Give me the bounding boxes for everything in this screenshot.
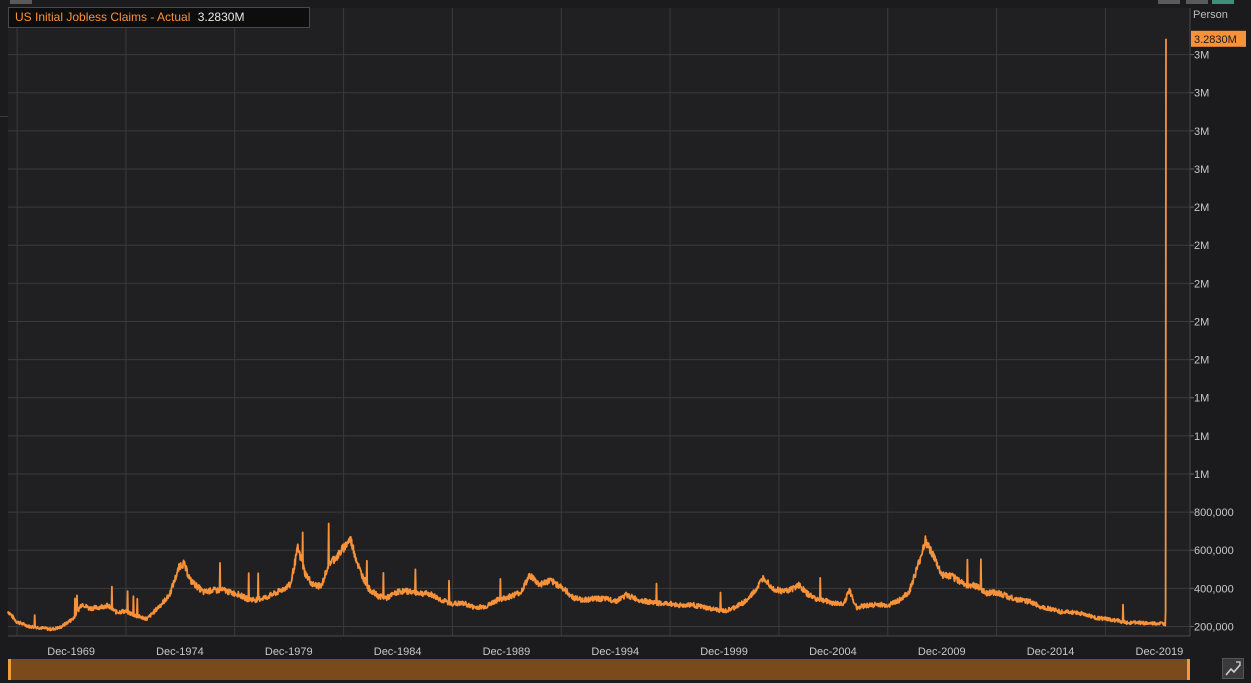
x-tick-label: Dec-1984 — [374, 646, 422, 658]
y-tick-label: 1M — [1194, 393, 1209, 405]
toolbar-button-2[interactable] — [1158, 0, 1180, 4]
legend-series-name: US Initial Jobless Claims - Actual — [15, 10, 191, 24]
y-tick-label: 1M — [1194, 431, 1209, 443]
y-axis: 200,000 400,000 600,000 800,000 1M 1M 1M 2M 2M 2M… — [1189, 8, 1234, 636]
y-tick-label: 3M — [1194, 164, 1209, 176]
y-tick-label: 600,000 — [1194, 545, 1234, 557]
x-tick-label: Dec-1999 — [700, 646, 748, 658]
range-navigator[interactable] — [8, 659, 1190, 680]
chart: 200,000 400,000 600,000 800,000 1M 1M 1M 2M 2M 2M… — [7, 8, 1246, 658]
y-tick-label: 3M — [1194, 50, 1209, 62]
chart-type-button[interactable] — [1222, 658, 1244, 679]
left-separator — [0, 116, 8, 117]
x-axis: Dec-1969 Dec-1974 Dec-1979 Dec-1984 Dec-1989… — [8, 635, 1190, 658]
legend-current-value: 3.2830M — [197, 10, 245, 24]
toolbar-button-3[interactable] — [1186, 0, 1208, 4]
y-tick-label: 2M — [1194, 316, 1209, 328]
x-tick-label: Dec-1989 — [483, 646, 531, 658]
plot-area — [8, 8, 1190, 636]
series-legend: US Initial Jobless Claims - Actual 3.283… — [8, 7, 310, 28]
x-tick-label: Dec-1969 — [47, 646, 95, 658]
last-value-tag-label: 3.2830M — [1194, 34, 1237, 46]
y-tick-label: 3M — [1194, 126, 1209, 138]
x-tick-label: Dec-1979 — [265, 646, 313, 658]
toolbar-button-4[interactable] — [1212, 0, 1234, 4]
y-tick-label: 2M — [1194, 355, 1209, 367]
x-tick-label: Dec-2009 — [918, 646, 966, 658]
y-tick-label: 800,000 — [1194, 507, 1234, 519]
y-tick-label: 400,000 — [1194, 583, 1234, 595]
y-tick-label: 2M — [1194, 240, 1209, 252]
y-tick-label: 2M — [1194, 202, 1209, 214]
x-tick-label: Dec-1974 — [156, 646, 204, 658]
x-tick-label: Dec-2014 — [1027, 646, 1075, 658]
x-tick-label: Dec-2019 — [1136, 646, 1184, 658]
y-tick-label: 2M — [1194, 278, 1209, 290]
x-tick-label: Dec-2004 — [809, 646, 857, 658]
y-axis-unit-label: Person — [1193, 9, 1228, 21]
y-tick-label: 3M — [1194, 88, 1209, 100]
x-tick-label: Dec-1994 — [591, 646, 639, 658]
last-value-tag: 3.2830M — [1191, 30, 1246, 47]
chart-type-icon — [1225, 661, 1241, 676]
y-tick-label: 200,000 — [1194, 621, 1234, 633]
y-tick-label: 1M — [1194, 469, 1209, 481]
toolbar-button-1[interactable] — [10, 0, 32, 4]
